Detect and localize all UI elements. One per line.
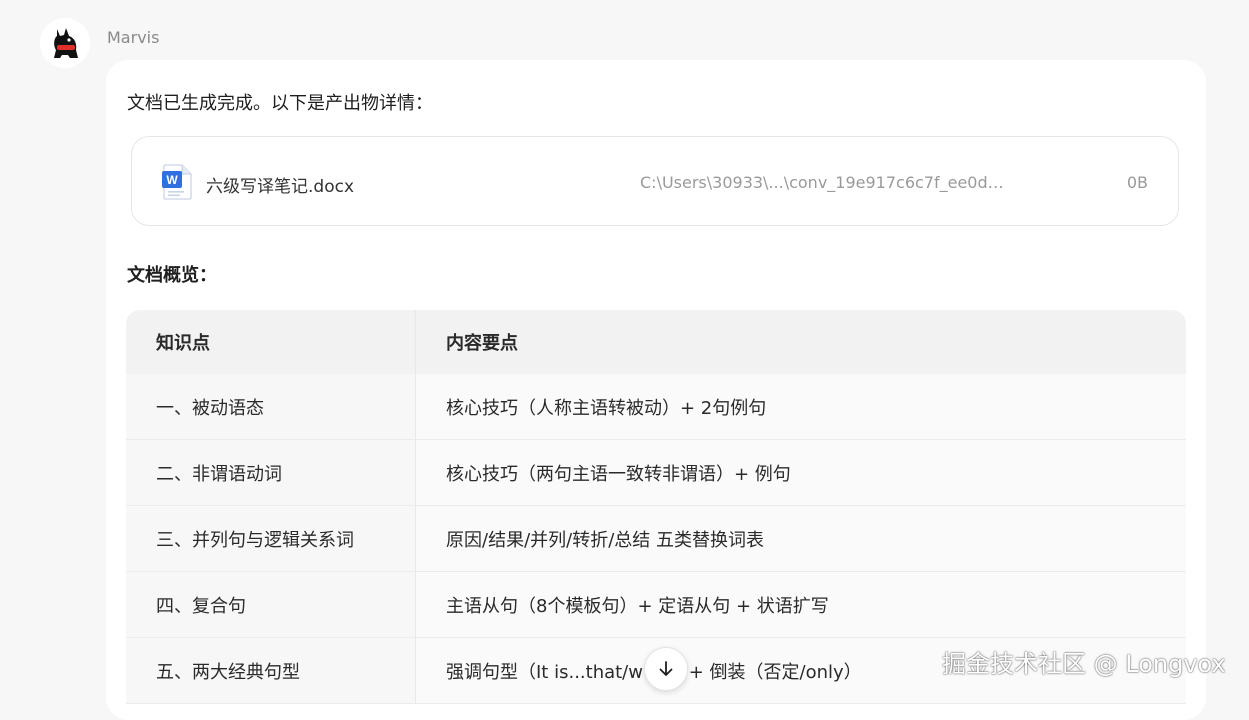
table-header-row: 知识点 内容要点 — [126, 310, 1186, 374]
message-bubble: 文档已生成完成。以下是产出物详情： W 六级写译笔记.docx C:\Users… — [106, 60, 1206, 720]
file-path: C:\Users\30933\...\conv_19e917c6c7f_ee0d… — [640, 173, 1004, 192]
file-attachment-card[interactable]: W 六级写译笔记.docx C:\Users\30933\...\conv_19… — [131, 136, 1179, 226]
table-row: 四、复合句 主语从句（8个模板句）+ 定语从句 + 状语扩写 — [126, 572, 1186, 638]
sender-name: Marvis — [107, 28, 160, 47]
table-row: 二、非谓语动词 核心技巧（两句主语一致转非谓语）+ 例句 — [126, 440, 1186, 506]
scroll-to-bottom-button[interactable] — [644, 647, 688, 691]
file-name: 六级写译笔记.docx — [206, 177, 355, 197]
message-intro: 文档已生成完成。以下是产出物详情： — [127, 93, 433, 114]
table-header-topic: 知识点 — [126, 310, 416, 374]
table-cell-content: 原因/结果/并列/转折/总结 五类替换词表 — [416, 506, 1186, 571]
table-row: 一、被动语态 核心技巧（人称主语转被动）+ 2句例句 — [126, 374, 1186, 440]
table-cell-topic: 一、被动语态 — [126, 374, 416, 439]
table-cell-content: 核心技巧（两句主语一致转非谓语）+ 例句 — [416, 440, 1186, 505]
file-size: 0B — [1126, 173, 1148, 192]
avatar[interactable] — [40, 18, 90, 68]
table-row: 三、并列句与逻辑关系词 原因/结果/并列/转折/总结 五类替换词表 — [126, 506, 1186, 572]
watermark: 掘金技术社区 @ Longvox — [942, 650, 1226, 678]
arrow-down-icon — [659, 661, 673, 676]
black-cat-icon — [54, 28, 78, 58]
word-doc-icon-letter: W — [166, 173, 178, 187]
table-cell-topic: 四、复合句 — [126, 572, 416, 637]
table-header-content: 内容要点 — [416, 310, 1186, 374]
overview-title: 文档概览： — [127, 265, 217, 286]
table-cell-topic: 三、并列句与逻辑关系词 — [126, 506, 416, 571]
table-cell-topic: 二、非谓语动词 — [126, 440, 416, 505]
table-cell-content: 核心技巧（人称主语转被动）+ 2句例句 — [416, 374, 1186, 439]
table-cell-topic: 五、两大经典句型 — [126, 638, 416, 703]
word-doc-icon: W — [162, 164, 192, 200]
table-cell-content: 主语从句（8个模板句）+ 定语从句 + 状语扩写 — [416, 572, 1186, 637]
